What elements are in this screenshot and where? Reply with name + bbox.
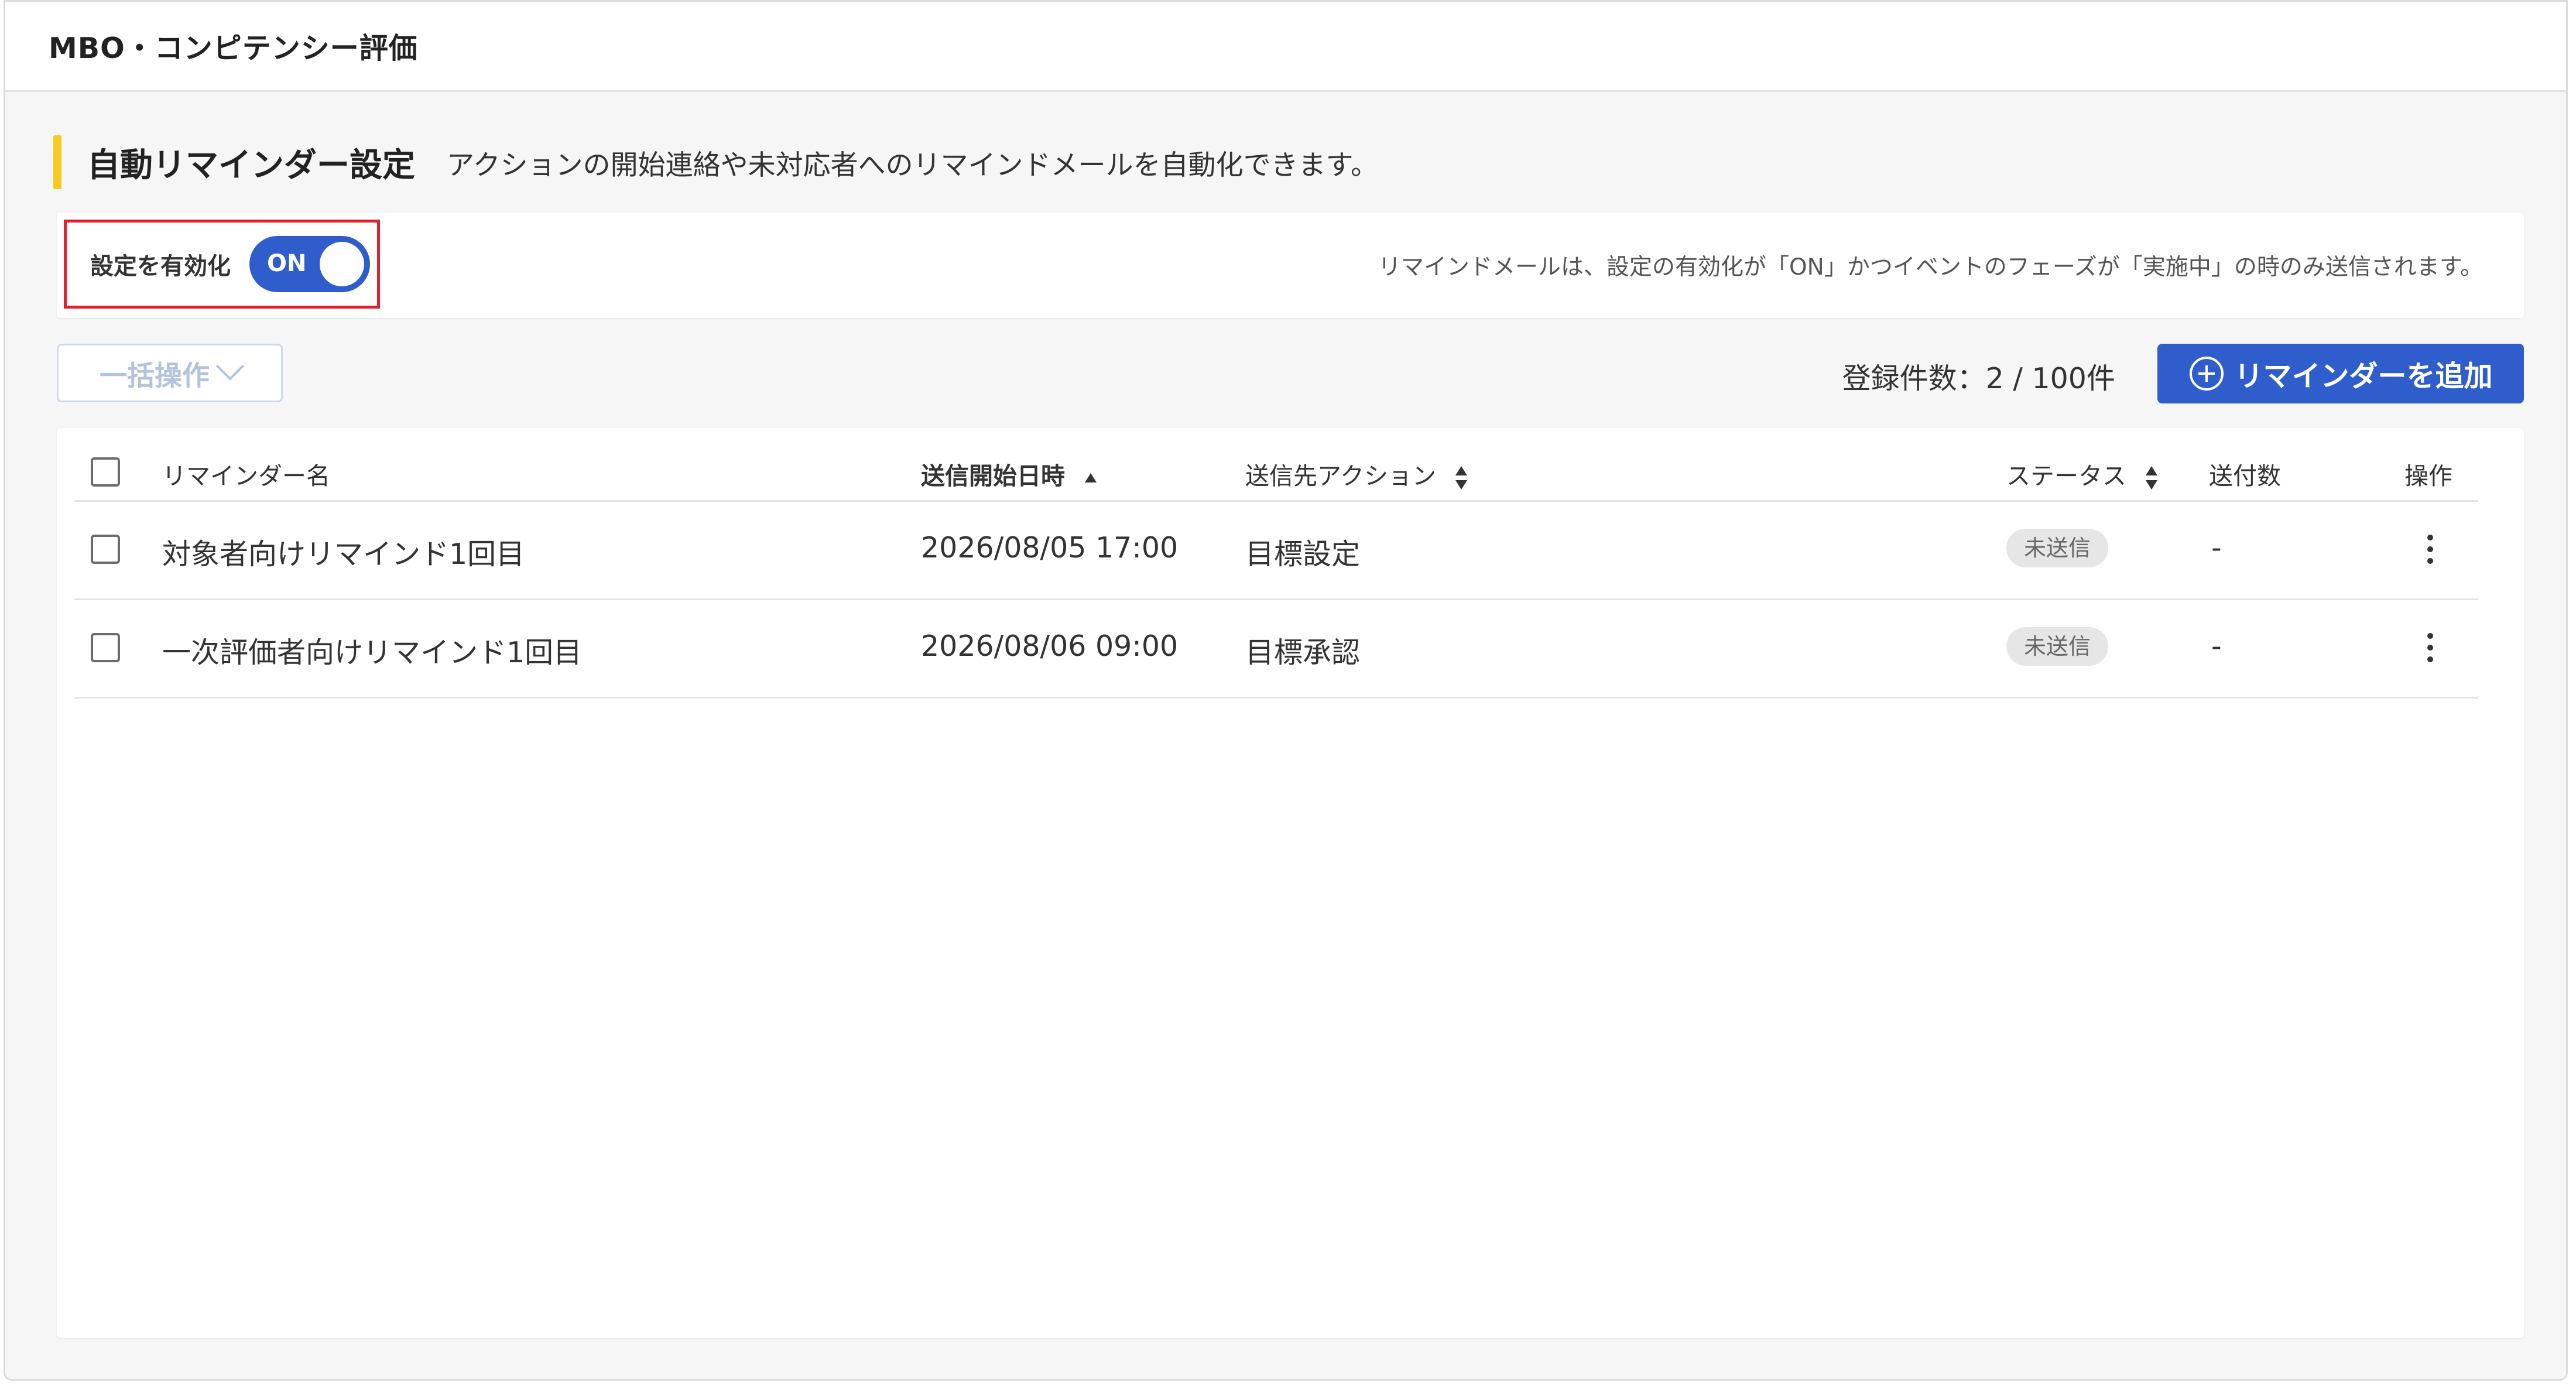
status-badge: 未送信 xyxy=(2006,529,2109,567)
app-title: MBO・コンピテンシー評価 xyxy=(49,32,418,65)
section-description: アクションの開始連絡や未対応者へのリマインドメールを自動化できます。 xyxy=(447,149,1378,182)
registration-count: 登録件数：2 / 100件 xyxy=(1842,362,2115,395)
section-heading: 自動リマインダー設定 アクションの開始連絡や未対応者へのリマインドメールを自動化… xyxy=(53,135,1378,189)
enable-toggle-switch[interactable]: ON xyxy=(249,236,370,292)
select-all-checkbox[interactable] xyxy=(91,457,120,487)
reminder-table: リマインダー名 送信開始日時 送信先アクション ステータス 送付数 操作 対象者… xyxy=(57,428,2524,1338)
reminder-name[interactable]: 一次評価者向けリマインド1回目 xyxy=(162,629,582,671)
section-title: 自動リマインダー設定 xyxy=(87,146,415,184)
start-datetime: 2026/08/06 09:00 xyxy=(921,629,1179,663)
column-header-status-label: ステータス xyxy=(2006,462,2126,490)
section-accent-bar xyxy=(53,135,61,189)
table-header: リマインダー名 送信開始日時 送信先アクション ステータス 送付数 操作 xyxy=(74,428,2478,502)
row-checkbox[interactable] xyxy=(91,633,120,662)
sent-count: - xyxy=(2211,531,2222,564)
more-options-icon[interactable] xyxy=(2427,535,2434,570)
column-header-sent: 送付数 xyxy=(2209,462,2281,490)
column-header-action[interactable]: 送信先アクション xyxy=(1245,456,1468,491)
toggle-note: リマインドメールは、設定の有効化が「ON」かつイベントのフェーズが「実施中」の時… xyxy=(1378,254,2483,280)
app-header: MBO・コンピテンシー評価 xyxy=(5,2,2566,92)
status-badge: 未送信 xyxy=(2006,627,2109,666)
sort-asc-icon xyxy=(1085,473,1097,482)
plus-circle-icon xyxy=(2190,357,2224,391)
app-window: MBO・コンピテンシー評価 自動リマインダー設定 アクションの開始連絡や未対応者… xyxy=(4,0,2568,1381)
reminder-name[interactable]: 対象者向けリマインド1回目 xyxy=(162,531,525,573)
target-action: 目標設定 xyxy=(1245,538,1361,571)
column-header-status[interactable]: ステータス xyxy=(2006,456,2159,491)
toggle-knob xyxy=(320,242,364,286)
bulk-actions-button[interactable]: 一括操作 xyxy=(57,344,283,402)
start-datetime: 2026/08/05 17:00 xyxy=(921,531,1179,564)
column-header-ops: 操作 xyxy=(2404,462,2452,490)
column-header-start-label: 送信開始日時 xyxy=(921,462,1065,490)
target-action: 目標承認 xyxy=(1245,636,1361,669)
column-header-action-label: 送信先アクション xyxy=(1245,462,1436,490)
table-row: 対象者向けリマインド1回目 2026/08/05 17:00 目標設定 未送信 … xyxy=(74,502,2478,600)
column-header-name[interactable]: リマインダー名 xyxy=(162,456,330,491)
toggle-panel: 設定を有効化 ON リマインドメールは、設定の有効化が「ON」かつイベントのフェ… xyxy=(57,213,2524,318)
toggle-highlight-box: 設定を有効化 ON xyxy=(64,220,380,309)
chevron-down-icon xyxy=(215,352,245,381)
sent-count: - xyxy=(2211,629,2222,663)
toggle-label: 設定を有効化 xyxy=(90,253,231,280)
toggle-state-text: ON xyxy=(267,250,307,277)
column-header-start[interactable]: 送信開始日時 xyxy=(921,456,1098,491)
more-options-icon[interactable] xyxy=(2427,633,2434,668)
add-reminder-button[interactable]: リマインダーを追加 xyxy=(2157,344,2524,403)
add-reminder-label: リマインダーを追加 xyxy=(2234,359,2493,393)
sort-icon xyxy=(1455,466,1467,490)
sort-icon xyxy=(2146,466,2158,490)
table-row: 一次評価者向けリマインド1回目 2026/08/06 09:00 目標承認 未送… xyxy=(74,600,2478,699)
row-checkbox[interactable] xyxy=(91,535,120,564)
bulk-actions-label: 一括操作 xyxy=(100,360,210,392)
